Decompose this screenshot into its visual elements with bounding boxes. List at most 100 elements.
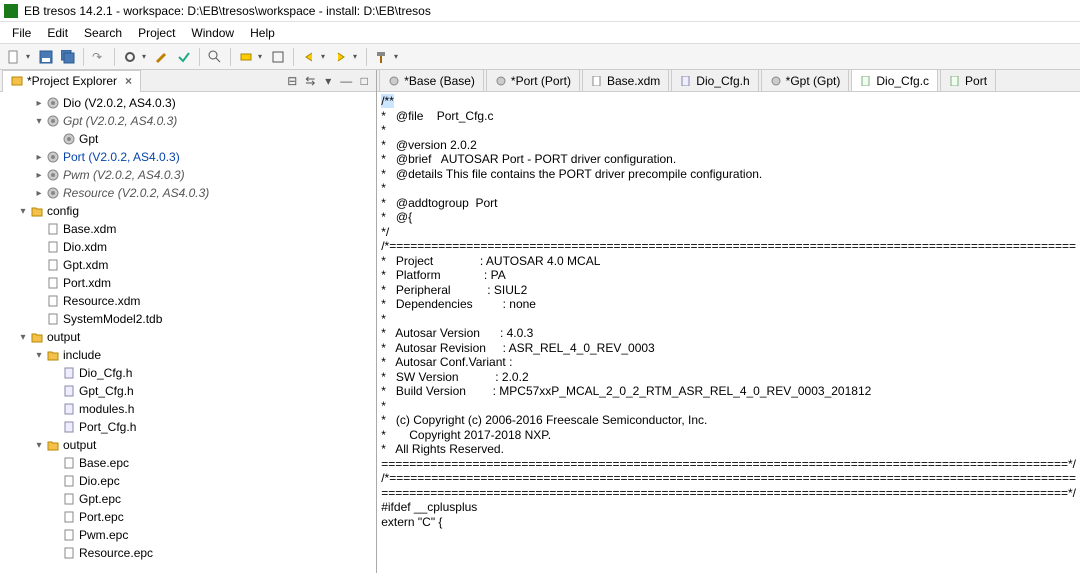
collapse-all-icon[interactable]: ⊟ (284, 73, 300, 89)
toolbar-tool-a[interactable] (120, 47, 140, 67)
expand-open-icon[interactable]: ▾ (32, 350, 46, 361)
menu-project[interactable]: Project (130, 24, 183, 42)
project-explorer-tab[interactable]: *Project Explorer × (2, 70, 141, 92)
toolbar-separator (83, 48, 84, 66)
tree-item[interactable]: Base.xdm (0, 220, 376, 238)
code-line: * @{ (381, 210, 1076, 225)
toolbar-search[interactable] (205, 47, 225, 67)
toolbar-save[interactable] (36, 47, 56, 67)
tree-item[interactable]: Pwm.epc (0, 526, 376, 544)
toolbar-nav-back-dropdown[interactable]: ▾ (321, 52, 329, 61)
code-line: * (381, 181, 1076, 196)
toolbar-build-dd-dropdown[interactable]: ▾ (394, 52, 402, 61)
editor-tab[interactable]: *Port (Port) (486, 70, 580, 91)
project-tree[interactable]: ▸Dio (V2.0.2, AS4.0.3)▾Gpt (V2.0.2, AS4.… (0, 92, 376, 573)
tree-item[interactable]: ▸Dio (V2.0.2, AS4.0.3) (0, 94, 376, 112)
editor-tab-icon (388, 75, 400, 87)
tree-item[interactable]: ▸ Resource (V2.0.2, AS4.0.3) (0, 184, 376, 202)
file-icon (62, 528, 76, 542)
tree-item[interactable]: SystemModel2.tdb (0, 310, 376, 328)
tree-item-label: output (63, 438, 96, 452)
toolbar-new-dd[interactable] (4, 47, 24, 67)
toolbar-tool-c[interactable] (174, 47, 194, 67)
menu-file[interactable]: File (4, 24, 39, 42)
tree-item[interactable]: Dio_Cfg.h (0, 364, 376, 382)
expand-closed-icon[interactable]: ▸ (32, 170, 46, 181)
tree-item[interactable]: ▾ output (0, 436, 376, 454)
tree-item[interactable]: Dio.epc (0, 472, 376, 490)
tree-item[interactable]: Port.xdm (0, 274, 376, 292)
editor-tab-label: Port (965, 74, 987, 88)
tree-item[interactable]: Gpt (0, 130, 376, 148)
toolbar-toggle[interactable] (236, 47, 256, 67)
expand-closed-icon[interactable]: ▸ (32, 152, 46, 163)
toolbar-skip[interactable]: ↷ (89, 47, 109, 67)
code-editor[interactable]: /*** @file Port_Cfg.c** @version 2.0.2* … (377, 92, 1080, 573)
editor-tab[interactable]: Dio_Cfg.c (851, 70, 938, 91)
module-icon (46, 96, 60, 110)
tree-item-label: Gpt.epc (79, 492, 121, 506)
editor-tab[interactable]: Base.xdm (582, 70, 669, 91)
tree-item[interactable]: Gpt.epc (0, 490, 376, 508)
tree-item[interactable]: ▾include (0, 346, 376, 364)
editor-tab[interactable]: *Base (Base) (379, 70, 484, 91)
toolbar-save-all[interactable] (58, 47, 78, 67)
menu-help[interactable]: Help (242, 24, 283, 42)
window-title: EB tresos 14.2.1 - workspace: D:\EB\tres… (24, 4, 431, 18)
editor-tab-label: Base.xdm (607, 74, 660, 88)
expand-open-icon[interactable]: ▾ (16, 332, 30, 343)
editor-tab[interactable]: Port (940, 70, 996, 91)
tree-item[interactable]: ▸ Pwm (V2.0.2, AS4.0.3) (0, 166, 376, 184)
expand-open-icon[interactable]: ▾ (32, 116, 46, 127)
link-with-editor-icon[interactable]: ⇆ (302, 73, 318, 89)
toolbar-nav-back[interactable] (299, 47, 319, 67)
toolbar-outline[interactable] (268, 47, 288, 67)
expand-closed-icon[interactable]: ▸ (32, 98, 46, 109)
editor-tab[interactable]: Dio_Cfg.h (671, 70, 758, 91)
menu-window[interactable]: Window (183, 24, 242, 42)
toolbar-nav-fwd-dropdown[interactable]: ▾ (353, 52, 361, 61)
tree-item[interactable]: modules.h (0, 400, 376, 418)
view-menu-icon[interactable]: ▾ (320, 73, 336, 89)
tree-item[interactable]: Gpt.xdm (0, 256, 376, 274)
toolbar-build-dd[interactable] (372, 47, 392, 67)
file-icon (62, 456, 76, 470)
tree-item[interactable]: ▾Gpt (V2.0.2, AS4.0.3) (0, 112, 376, 130)
tree-item-label: Resource (V2.0.2, AS4.0.3) (63, 186, 209, 200)
editor-tab-label: *Port (Port) (511, 74, 571, 88)
menu-search[interactable]: Search (76, 24, 130, 42)
code-line: extern "C" { (381, 515, 1076, 530)
minimize-view-icon[interactable]: — (338, 73, 354, 89)
code-line: * Platform : PA (381, 268, 1076, 283)
expand-open-icon[interactable]: ▾ (32, 440, 46, 451)
tree-item[interactable]: Resource.xdm (0, 292, 376, 310)
file-icon (46, 258, 60, 272)
tree-item-label: Pwm (V2.0.2, AS4.0.3) (63, 168, 185, 182)
expand-closed-icon[interactable]: ▸ (32, 188, 46, 199)
toolbar: ▾ ↷ ▾ ▾ ▾ ▾ ▾ (0, 44, 1080, 70)
menu-edit[interactable]: Edit (39, 24, 76, 42)
toolbar-tool-a-dropdown[interactable]: ▾ (142, 52, 150, 61)
tree-item[interactable]: ▾output (0, 328, 376, 346)
tree-item[interactable]: Resource.epc (0, 544, 376, 562)
toolbar-tool-b[interactable] (152, 47, 172, 67)
code-line: * Peripheral : SIUL2 (381, 283, 1076, 298)
code-line: * (381, 312, 1076, 327)
maximize-view-icon[interactable]: □ (356, 73, 372, 89)
toolbar-separator (230, 48, 231, 66)
editor-tab[interactable]: *Gpt (Gpt) (761, 70, 850, 91)
close-view-icon[interactable]: × (125, 74, 132, 88)
tree-item[interactable]: ▾config (0, 202, 376, 220)
tree-item[interactable]: Dio.xdm (0, 238, 376, 256)
expand-open-icon[interactable]: ▾ (16, 206, 30, 217)
toolbar-toggle-dropdown[interactable]: ▾ (258, 52, 266, 61)
folder-open-icon (30, 204, 44, 218)
editor-tab-icon (680, 75, 692, 87)
tree-item[interactable]: Port_Cfg.h (0, 418, 376, 436)
tree-item[interactable]: ▸Port (V2.0.2, AS4.0.3) (0, 148, 376, 166)
toolbar-new-dd-dropdown[interactable]: ▾ (26, 52, 34, 61)
tree-item[interactable]: Base.epc (0, 454, 376, 472)
tree-item[interactable]: Port.epc (0, 508, 376, 526)
toolbar-nav-fwd[interactable] (331, 47, 351, 67)
tree-item[interactable]: Gpt_Cfg.h (0, 382, 376, 400)
